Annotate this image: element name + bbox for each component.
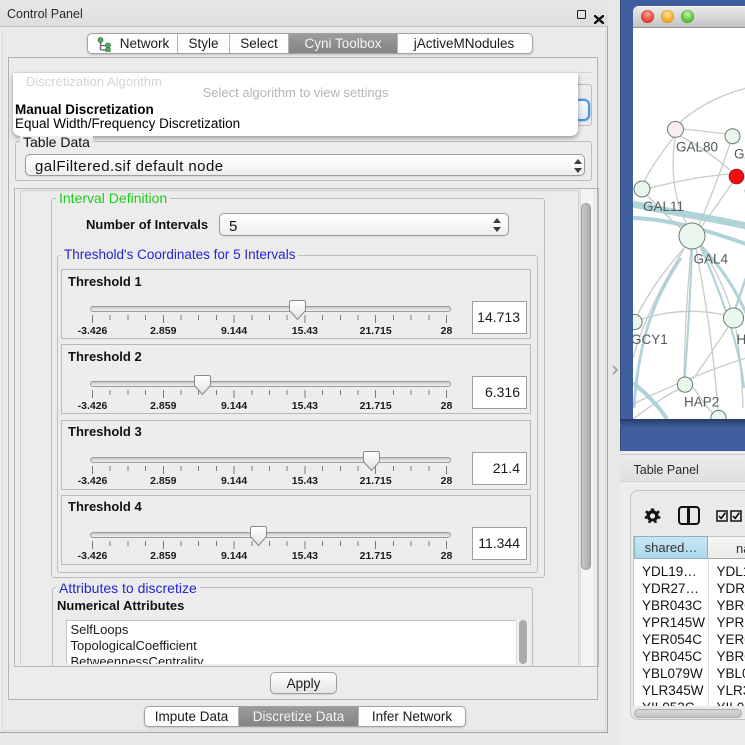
svg-text:GAL80: GAL80 [676,140,718,155]
svg-text:GCY1: GCY1 [633,332,668,347]
svg-text:HAP2: HAP2 [684,395,719,410]
svg-text:GAL11: GAL11 [643,199,684,214]
svg-text:GAL4: GAL4 [693,252,728,267]
svg-text:GA: GA [734,147,745,162]
svg-text:H: H [736,332,745,347]
